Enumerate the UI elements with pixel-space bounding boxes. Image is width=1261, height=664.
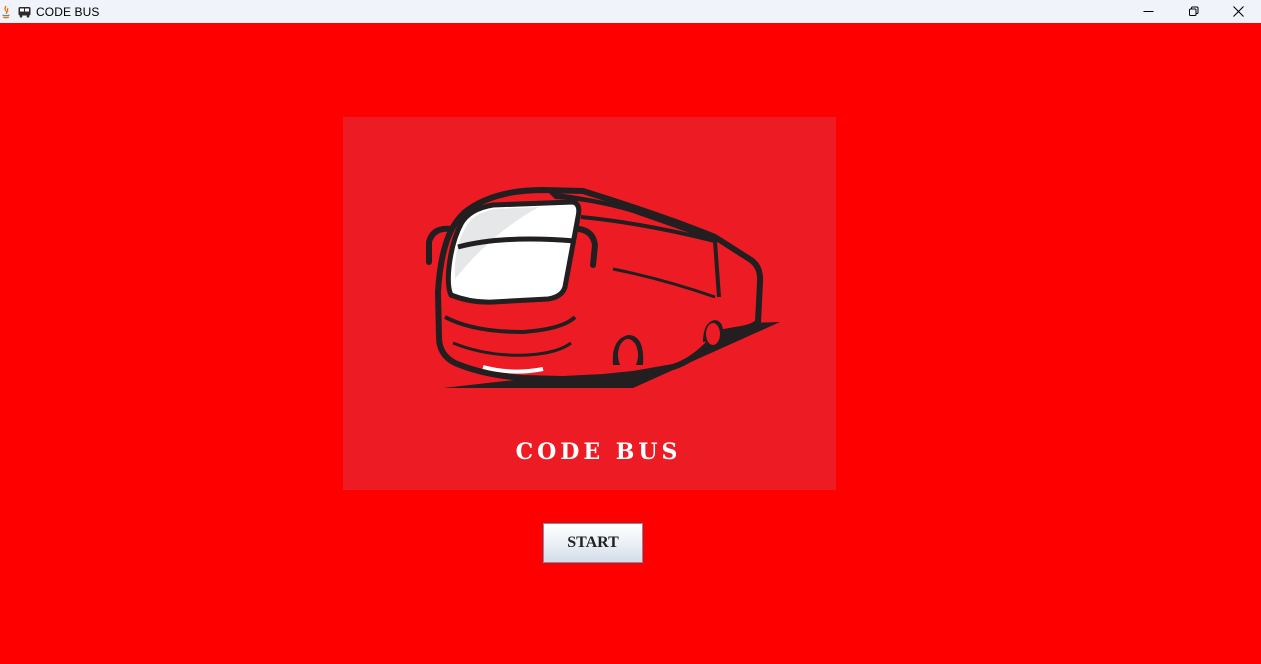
- window-controls: [1126, 0, 1261, 23]
- close-button[interactable]: [1216, 0, 1261, 23]
- java-icon: [0, 4, 12, 20]
- main-content: CODE BUS START: [0, 23, 1261, 664]
- bus-illustration: [426, 186, 780, 388]
- window-title: CODE BUS: [36, 4, 100, 19]
- app-window: CODE BUS CODE BUS START: [0, 0, 1261, 664]
- logo-image: CODE BUS: [343, 117, 836, 490]
- minimize-icon: [1143, 11, 1154, 12]
- bus-icon: [18, 6, 31, 18]
- logo-caption: CODE BUS: [515, 439, 682, 465]
- start-button[interactable]: START: [543, 523, 643, 563]
- minimize-button[interactable]: [1126, 0, 1171, 23]
- title-bar[interactable]: CODE BUS: [0, 0, 1261, 23]
- restore-icon: [1189, 6, 1199, 16]
- maximize-button[interactable]: [1171, 0, 1216, 23]
- close-icon: [1233, 6, 1244, 17]
